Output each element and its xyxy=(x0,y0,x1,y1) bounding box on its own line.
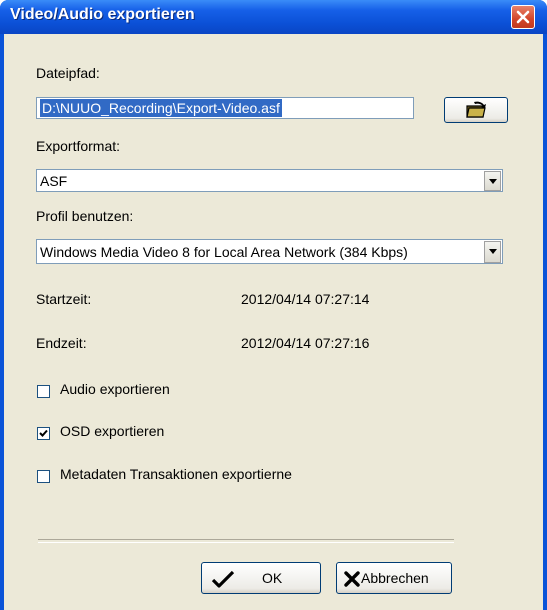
start-time-label: Startzeit: xyxy=(36,291,92,307)
ok-label: OK xyxy=(262,570,283,586)
file-path-label: Dateipfad: xyxy=(36,65,100,81)
export-format-select[interactable]: ASF xyxy=(36,169,503,192)
x-mark-icon xyxy=(344,571,360,587)
file-path-input[interactable]: D:\NUUO_Recording\Export-Video.asf xyxy=(36,97,414,119)
audio-export-checkbox[interactable] xyxy=(37,385,50,398)
browse-button[interactable] xyxy=(444,97,508,123)
checkmark-icon xyxy=(212,570,234,588)
metadata-export-checkbox[interactable] xyxy=(37,470,50,483)
profile-dropdown-button[interactable] xyxy=(484,241,501,263)
title-bar[interactable]: Video/Audio exportieren xyxy=(0,0,547,34)
osd-export-label[interactable]: OSD exportieren xyxy=(60,423,164,439)
close-button[interactable] xyxy=(511,5,535,29)
dialog-body: Dateipfad: D:\NUUO_Recording\Export-Vide… xyxy=(4,34,543,610)
export-format-label: Exportformat: xyxy=(36,138,121,154)
export-format-dropdown-button[interactable] xyxy=(484,171,501,191)
cancel-label: Abbrechen xyxy=(361,570,429,586)
end-time-label: Endzeit: xyxy=(36,335,87,351)
checkmark-icon xyxy=(39,429,48,437)
profile-label: Profil benutzen: xyxy=(36,208,134,224)
profile-select[interactable]: Windows Media Video 8 for Local Area Net… xyxy=(36,239,503,264)
metadata-export-label[interactable]: Metadaten Transaktionen exportierne xyxy=(60,466,292,482)
audio-export-label[interactable]: Audio exportieren xyxy=(60,381,170,397)
end-time-value: 2012/04/14 07:27:16 xyxy=(241,335,370,351)
export-format-value: ASF xyxy=(40,173,68,189)
close-icon xyxy=(516,10,530,24)
profile-value: Windows Media Video 8 for Local Area Net… xyxy=(40,244,408,260)
chevron-down-icon xyxy=(489,249,497,254)
export-dialog: Video/Audio exportieren Dateipfad: D:\NU… xyxy=(0,0,547,610)
osd-export-checkbox[interactable] xyxy=(37,427,50,440)
ok-button[interactable]: OK xyxy=(201,562,321,594)
open-folder-icon xyxy=(466,101,486,118)
cancel-button[interactable]: Abbrechen xyxy=(336,562,452,594)
chevron-down-icon xyxy=(489,179,497,184)
file-path-value: D:\NUUO_Recording\Export-Video.asf xyxy=(40,99,282,117)
divider xyxy=(38,539,454,543)
start-time-value: 2012/04/14 07:27:14 xyxy=(241,291,370,307)
dialog-title: Video/Audio exportieren xyxy=(10,6,195,23)
